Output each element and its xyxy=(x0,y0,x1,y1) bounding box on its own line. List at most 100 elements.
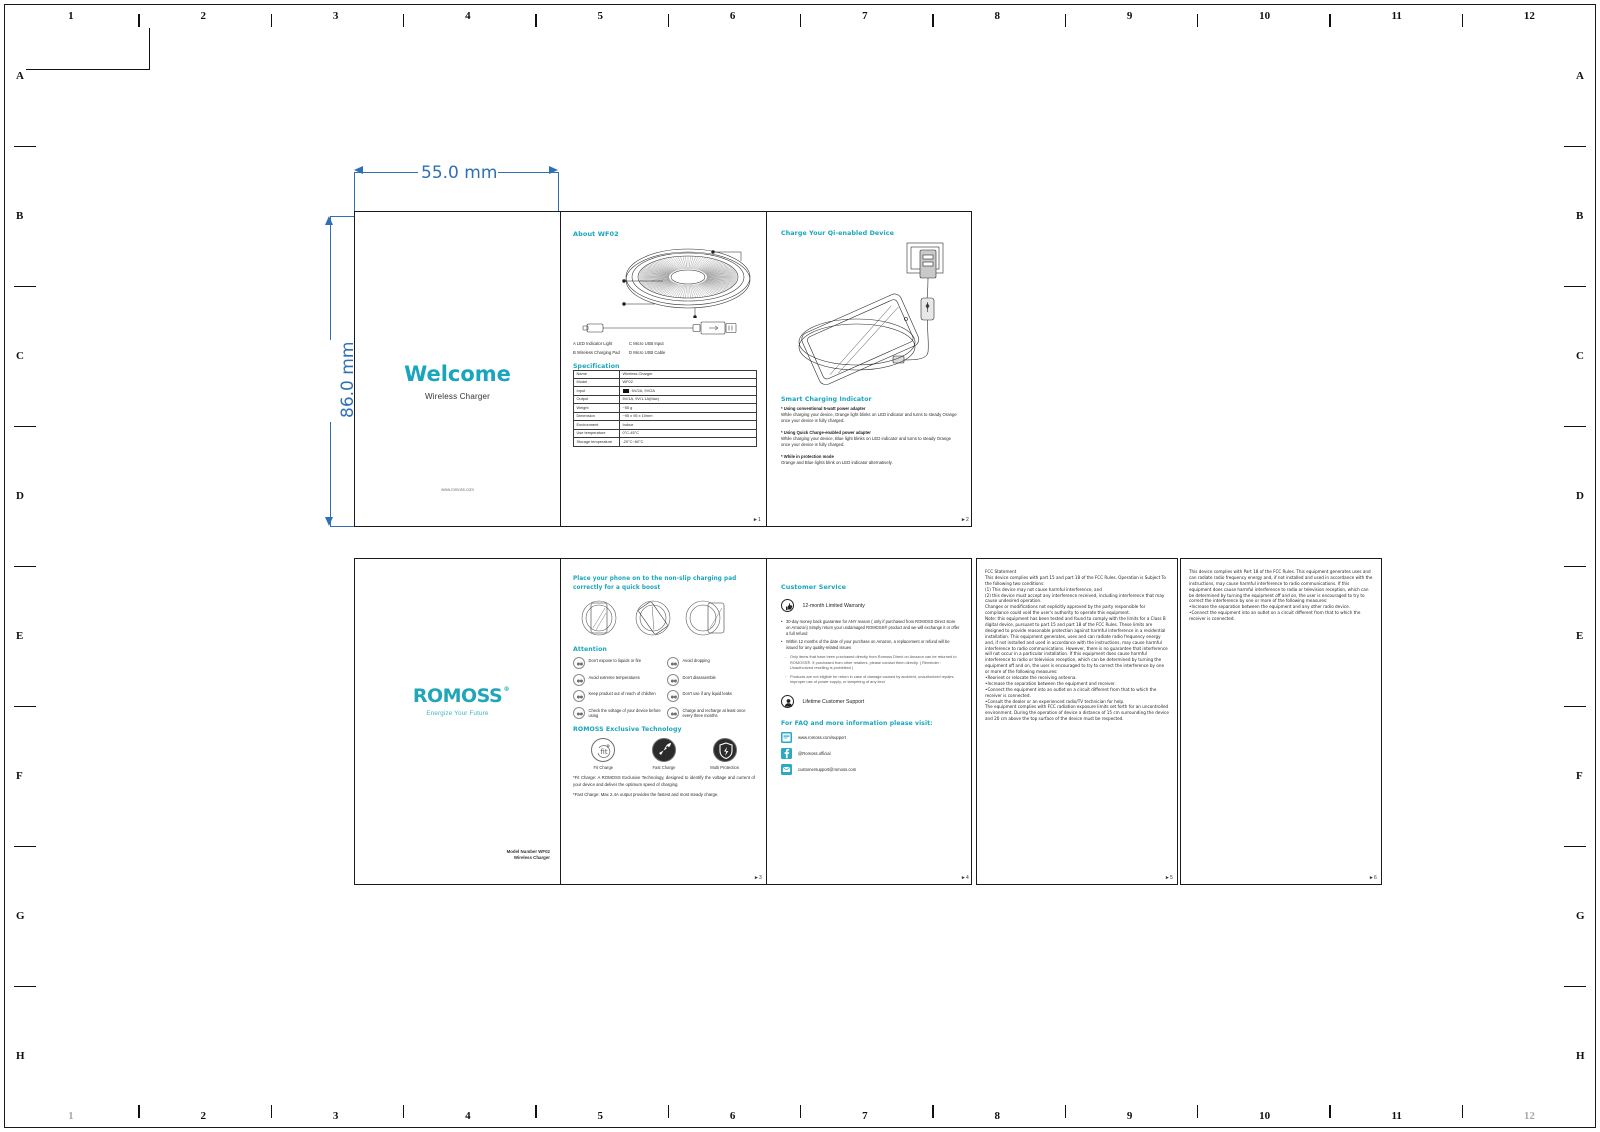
page-mark-1: ►1 xyxy=(752,517,761,523)
ruler-tick xyxy=(1064,14,1066,27)
attention-item: Don't expose to liquids or fire xyxy=(573,657,661,670)
ruler-tick xyxy=(14,566,36,568)
ruler-tick xyxy=(14,426,36,428)
page-mark-6: ►6 xyxy=(1368,875,1377,881)
technology-item-label: Multi Protection xyxy=(710,764,740,770)
ruler-tick xyxy=(270,14,272,27)
ruler-tick xyxy=(535,14,537,27)
artwork-sheet-top: Welcome Wireless Charger www.romoss.com … xyxy=(354,211,972,527)
ruler-tick xyxy=(535,1105,537,1118)
ruler-top-11: 11 xyxy=(1391,10,1402,22)
technology-item-label: Fast Charge xyxy=(652,764,676,770)
ruler-top-3: 3 xyxy=(332,10,339,22)
warranty-bullet: 30-day money back guarantee for ANY reas… xyxy=(781,618,961,636)
product-name: Wireless Charger xyxy=(513,855,550,861)
ruler-top-7: 7 xyxy=(862,10,868,22)
faq-link-label[interactable]: customersupport@romoss.com xyxy=(798,767,856,772)
faq-link-row[interactable]: @Romoss.official xyxy=(781,747,961,759)
ruler-right-D: D xyxy=(1576,490,1584,502)
ruler-tick xyxy=(270,1105,272,1118)
page-mark-2: ►2 xyxy=(960,517,969,523)
artwork-sheet-fcc-1: FCC Statement This device complies with p… xyxy=(976,558,1178,885)
warranty-sub-bullet: Only items that have been purchased dire… xyxy=(785,654,961,671)
warranty-sub-bullet: Products are not eligible for return in … xyxy=(785,673,961,685)
ruler-left-E: E xyxy=(16,630,24,642)
ruler-top-9: 9 xyxy=(1126,10,1133,22)
ruler-tick xyxy=(1564,986,1586,988)
romoss-logo: ROMOSS ® Energize Your Future xyxy=(355,685,560,717)
attention-item: Check the voltage of your device before … xyxy=(573,706,661,719)
page-mark-3: ►3 xyxy=(753,875,762,881)
drop-warning-icon xyxy=(667,657,679,670)
indicator-block-title: * While in protection mode xyxy=(781,453,834,459)
ruler-tick xyxy=(14,846,36,848)
warranty-bullet: Within 12 months of the date of your pur… xyxy=(781,639,961,651)
warranty-sub-bullets: Only items that have been purchased dire… xyxy=(785,654,961,685)
ruler-top-10: 10 xyxy=(1259,10,1271,22)
attention-item-label: Check the voltage of your device before … xyxy=(588,707,661,719)
part-legend: A LED Indicator Light C Micro USB Input … xyxy=(573,341,754,355)
spec-row: Weight ~55 g xyxy=(573,403,757,413)
ruler-bottom-11: 11 xyxy=(1391,1110,1402,1122)
attention-item: Charge and recharge at least once every … xyxy=(667,706,755,719)
legend-item-a: A LED Indicator Light xyxy=(573,341,613,346)
ruler-left-C: C xyxy=(16,350,24,362)
page-4-panel: ROMOSS ® Energize Your Future Model Numb… xyxy=(355,559,560,884)
ruler-bottom-10: 10 xyxy=(1259,1110,1271,1122)
smart-indicator-heading: Smart Charging Indicator xyxy=(781,396,872,403)
ruler-bottom-8: 8 xyxy=(994,1110,1001,1122)
ruler-tick xyxy=(1461,14,1463,27)
ruler-right-G: G xyxy=(1576,910,1585,922)
ruler-tick xyxy=(1564,566,1586,568)
ruler-tick xyxy=(932,14,934,27)
faq-link-label[interactable]: www.romoss.com/support xyxy=(798,735,846,740)
indicator-block-body: While charging your device, Orange light… xyxy=(781,412,957,424)
faq-link-row[interactable]: customersupport@romoss.com xyxy=(781,763,961,775)
spec-value: WF02 xyxy=(619,377,757,388)
ruler-tick xyxy=(1564,846,1586,848)
faq-link-label[interactable]: @Romoss.official xyxy=(798,751,831,756)
ruler-bottom-9: 9 xyxy=(1126,1110,1133,1122)
attention-item: Avoid extreme temperatures xyxy=(573,673,661,686)
technology-item: fit Fit Charge xyxy=(580,737,626,770)
registered-trademark-icon: ® xyxy=(503,686,510,693)
email-icon[interactable] xyxy=(781,763,792,775)
ruler-left-D: D xyxy=(16,490,24,502)
spec-row: Name Wireless Charger xyxy=(573,369,757,379)
ruler-tick xyxy=(667,14,669,27)
facebook-icon[interactable] xyxy=(781,747,792,759)
ruler-bottom-6: 6 xyxy=(729,1110,736,1122)
ruler-top-6: 6 xyxy=(729,10,736,22)
ruler-left-B: B xyxy=(16,210,24,222)
warranty-label: 12-month Limited Warranty xyxy=(802,602,865,609)
smart-indicator-blocks: * Using conventional 5-watt power adapte… xyxy=(781,406,961,466)
page-1-panel: Welcome Wireless Charger www.romoss.com xyxy=(355,212,560,526)
ruler-tick xyxy=(667,1105,669,1118)
thumbs-up-icon xyxy=(781,599,794,613)
fit-charge-icon: fit xyxy=(591,737,616,762)
website-url: www.romoss.com xyxy=(441,487,474,492)
ruler-top-8: 8 xyxy=(994,10,1001,22)
spec-row: Output 5V/1A, 9V/1.1A(Max) xyxy=(573,394,757,405)
ruler-tick xyxy=(403,14,405,27)
specification-table: Name Wireless Charger Model WF02 Input: 5V/2… xyxy=(573,369,757,447)
ruler-left-H: H xyxy=(16,1050,25,1062)
about-heading: About WF02 xyxy=(573,230,619,238)
ruler-right-A: A xyxy=(1576,70,1584,82)
quick-charge-icon xyxy=(622,388,629,393)
ruler-bottom-4: 4 xyxy=(465,1110,471,1122)
attention-item: Don't disassemble xyxy=(667,673,755,686)
placement-wrong-offset-icon xyxy=(683,597,731,639)
ruler-left-G: G xyxy=(16,910,25,922)
page-mark-5: ►5 xyxy=(1164,875,1173,881)
spec-value: Indoor xyxy=(619,420,757,430)
ruler-tick xyxy=(138,1105,140,1118)
ruler-left-F: F xyxy=(16,770,23,782)
fast-charge-note: *Fast Charge: Max 2.4A output provides t… xyxy=(573,791,719,797)
ruler-tick xyxy=(1197,1105,1199,1118)
fcc-paragraph: Changes or modifications not explicitly … xyxy=(985,604,1146,616)
warranty-bullets: 30-day money back guarantee for ANY reas… xyxy=(781,618,961,651)
website-icon[interactable] xyxy=(781,731,792,743)
faq-link-row[interactable]: www.romoss.com/support xyxy=(781,731,961,743)
spec-value: Wireless Charger xyxy=(619,369,757,379)
